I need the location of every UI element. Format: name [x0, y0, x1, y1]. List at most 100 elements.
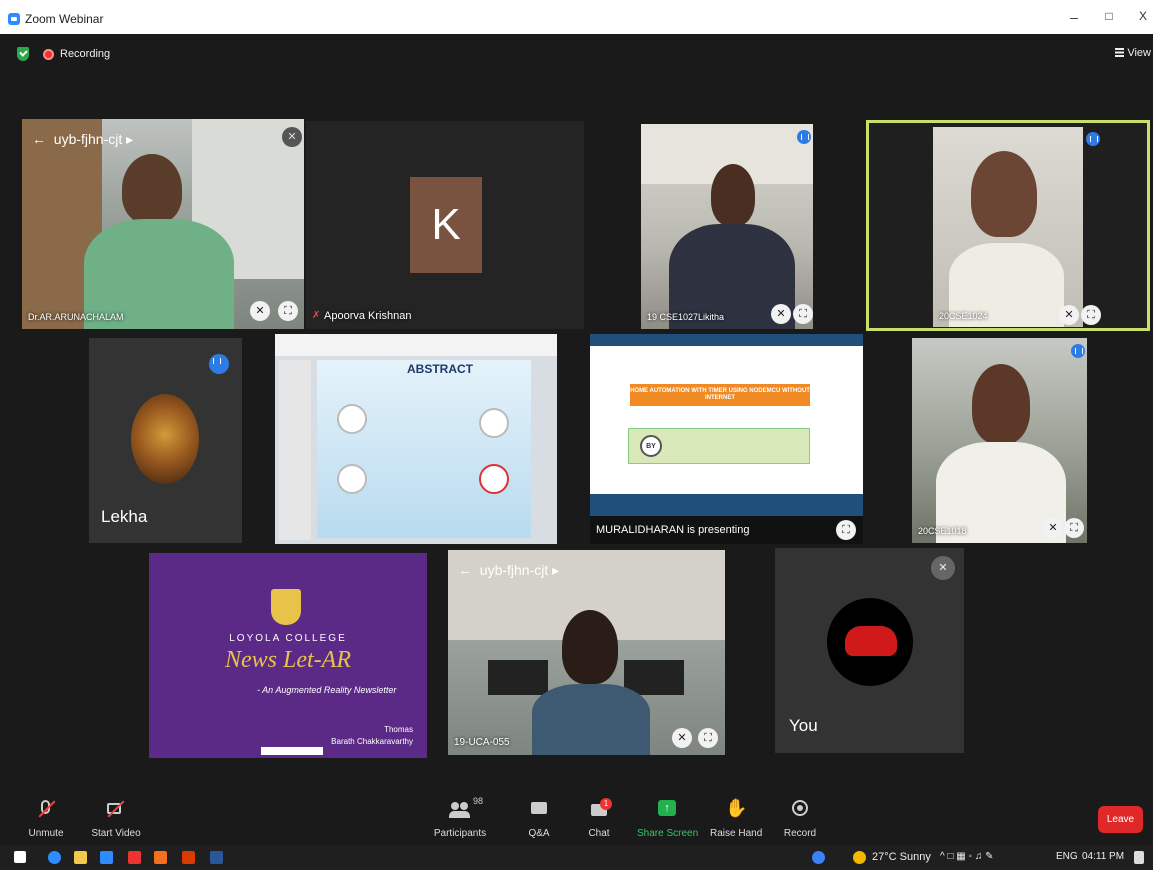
college-name: LOYOLA COLLEGE: [229, 633, 347, 644]
video-tile-lekha[interactable]: Lekha: [89, 338, 242, 543]
youtube-icon[interactable]: [128, 851, 141, 864]
brave-icon[interactable]: [154, 851, 167, 864]
record-label: Record: [783, 828, 817, 839]
mute-toggle-icon[interactable]: ✕: [1059, 305, 1079, 325]
meeting-id-text: uyb-fjhn-cjt: [479, 562, 549, 578]
record-button[interactable]: Record: [783, 798, 817, 839]
security-shield-icon[interactable]: [17, 47, 29, 61]
help-icon[interactable]: [812, 851, 825, 864]
leave-button[interactable]: Leave: [1098, 806, 1143, 833]
speaking-indicator-icon: [797, 130, 811, 144]
by-label: BY: [640, 435, 662, 457]
newsletter-subtitle: - An Augmented Reality Newsletter: [257, 685, 397, 695]
start-video-label: Start Video: [91, 828, 141, 839]
tile-meeting-label: ← uyb-fjhn-cjt ▸: [32, 131, 134, 147]
avatar-initial: K: [410, 177, 482, 273]
newsletter-title: News Let-AR: [225, 647, 351, 673]
video-tile-arunachalam[interactable]: ← uyb-fjhn-cjt ▸ ✕ Dr.AR.ARUNACHALAM ✕ ⛶: [22, 119, 304, 329]
author-line-1: Thomas: [384, 725, 413, 734]
recording-icon: [43, 49, 54, 60]
file-explorer-icon[interactable]: [74, 851, 87, 864]
video-tile-20cse1018[interactable]: 20CSE1018 ✕ ⛶: [912, 338, 1087, 543]
clock[interactable]: 04:11 PM: [1082, 851, 1124, 862]
video-tile-active-speaker[interactable]: 20CSE1024 ✕ ⛶: [866, 120, 1150, 331]
video-off-icon: [105, 798, 127, 820]
raise-hand-button[interactable]: ✋ Raise Hand: [710, 798, 762, 839]
share-screen-label: Share Screen: [637, 828, 699, 839]
system-tray-icons[interactable]: ^ □ ▦ ◦ ♫ ✎: [940, 851, 994, 862]
notifications-icon[interactable]: [1134, 851, 1144, 864]
presenting-label: MURALIDHARAN is presenting: [596, 524, 750, 536]
mic-off-icon: [35, 798, 57, 820]
fullscreen-icon[interactable]: ⛶: [698, 728, 718, 748]
fullscreen-icon[interactable]: ⛶: [836, 520, 856, 540]
college-emblem-icon: [271, 589, 301, 625]
edge-icon[interactable]: [48, 851, 61, 864]
view-button[interactable]: View: [1115, 47, 1151, 59]
windows-taskbar: 27°C Sunny ^ □ ▦ ◦ ♫ ✎ ENG 04:11 PM: [0, 845, 1153, 870]
fullscreen-icon[interactable]: ⛶: [1064, 518, 1084, 538]
raise-hand-label: Raise Hand: [710, 828, 763, 839]
video-tile-19-uca-055[interactable]: ← uyb-fjhn-cjt ▸ 19-UCA-055 ✕ ⛶: [448, 550, 725, 755]
screen-share-home-automation[interactable]: HOME AUTOMATION WITH TIMER USING NODEMCU…: [590, 334, 863, 544]
fullscreen-icon[interactable]: ⛶: [278, 301, 298, 321]
video-tile-likitha[interactable]: 19 CSE1027Likitha ✕ ⛶: [641, 124, 813, 329]
close-button[interactable]: X: [1133, 9, 1153, 23]
fullscreen-icon[interactable]: ⛶: [793, 304, 813, 324]
author-line-2: Barath Chakkaravarthy: [331, 737, 413, 746]
chat-icon: 1: [588, 798, 612, 820]
participants-icon: 98: [449, 796, 483, 820]
slide-title: HOME AUTOMATION WITH TIMER USING NODEMCU…: [630, 384, 810, 406]
screen-share-abstract[interactable]: ABSTRACT: [275, 334, 557, 544]
meeting-id-text: uyb-fjhn-cjt: [53, 131, 123, 147]
record-icon: [789, 798, 811, 820]
participants-count: 98: [473, 796, 484, 806]
raise-hand-icon: ✋: [725, 798, 748, 818]
mute-toggle-icon[interactable]: ✕: [250, 301, 270, 321]
speaking-indicator-icon: [1071, 344, 1085, 358]
participant-name: 19 CSE1027Likitha: [647, 312, 725, 322]
participants-button[interactable]: 98 Participants: [432, 796, 488, 839]
participants-label: Participants: [433, 828, 487, 839]
fullscreen-icon[interactable]: ⛶: [1081, 305, 1101, 325]
unmute-button[interactable]: Unmute: [24, 798, 68, 839]
muted-mic-icon: ✕: [931, 556, 955, 580]
participant-name: 20CSE1018: [918, 526, 967, 536]
unmute-label: Unmute: [28, 828, 64, 839]
office-icon[interactable]: [182, 851, 195, 864]
chat-badge: 1: [600, 798, 612, 810]
mute-toggle-icon[interactable]: ✕: [771, 304, 791, 324]
language-indicator[interactable]: ENG: [1056, 851, 1078, 862]
meeting-toolbar: Unmute Start Video 98 Participants Q&A 1…: [0, 790, 1153, 845]
tile-meeting-label: ← uyb-fjhn-cjt ▸: [458, 562, 560, 578]
word-icon[interactable]: [210, 851, 223, 864]
grid-icon: [1115, 48, 1125, 57]
maximize-button[interactable]: □: [1099, 9, 1119, 23]
participant-name: You: [789, 716, 818, 735]
meeting-status-strip: Recording View: [0, 34, 1153, 74]
participant-name: Lekha: [101, 507, 148, 526]
windows-start-icon[interactable]: [14, 851, 26, 863]
weather-text[interactable]: 27°C Sunny: [872, 851, 931, 863]
qa-button[interactable]: Q&A: [525, 798, 553, 839]
video-tile-you[interactable]: ✕ You: [775, 548, 964, 753]
mute-toggle-icon[interactable]: ✕: [672, 728, 692, 748]
speaking-indicator-icon: [1086, 132, 1100, 146]
screen-share-loyola-newsletter[interactable]: LOYOLA COLLEGE News Let-AR - An Augmente…: [149, 553, 427, 758]
speaking-indicator-icon: [209, 354, 229, 374]
qa-icon: [528, 798, 550, 820]
view-label: View: [1127, 47, 1151, 59]
share-screen-button[interactable]: ↑ Share Screen: [637, 798, 699, 839]
start-video-button[interactable]: Start Video: [86, 798, 146, 839]
title-bar: Zoom Webinar – □ X: [0, 0, 1153, 34]
video-tile-apoorva[interactable]: K Apoorva Krishnan ✗: [306, 121, 584, 329]
profile-picture: [827, 598, 913, 686]
zoom-taskbar-icon[interactable]: [100, 851, 113, 864]
participant-name: Dr.AR.ARUNACHALAM: [28, 312, 124, 322]
chat-button[interactable]: 1 Chat: [585, 798, 613, 839]
participant-name: Apoorva Krishnan: [324, 310, 412, 322]
mute-toggle-icon[interactable]: ✕: [1043, 518, 1063, 538]
chat-label: Chat: [588, 828, 610, 839]
window-title: Zoom Webinar: [25, 12, 104, 26]
minimize-button[interactable]: –: [1064, 9, 1084, 25]
